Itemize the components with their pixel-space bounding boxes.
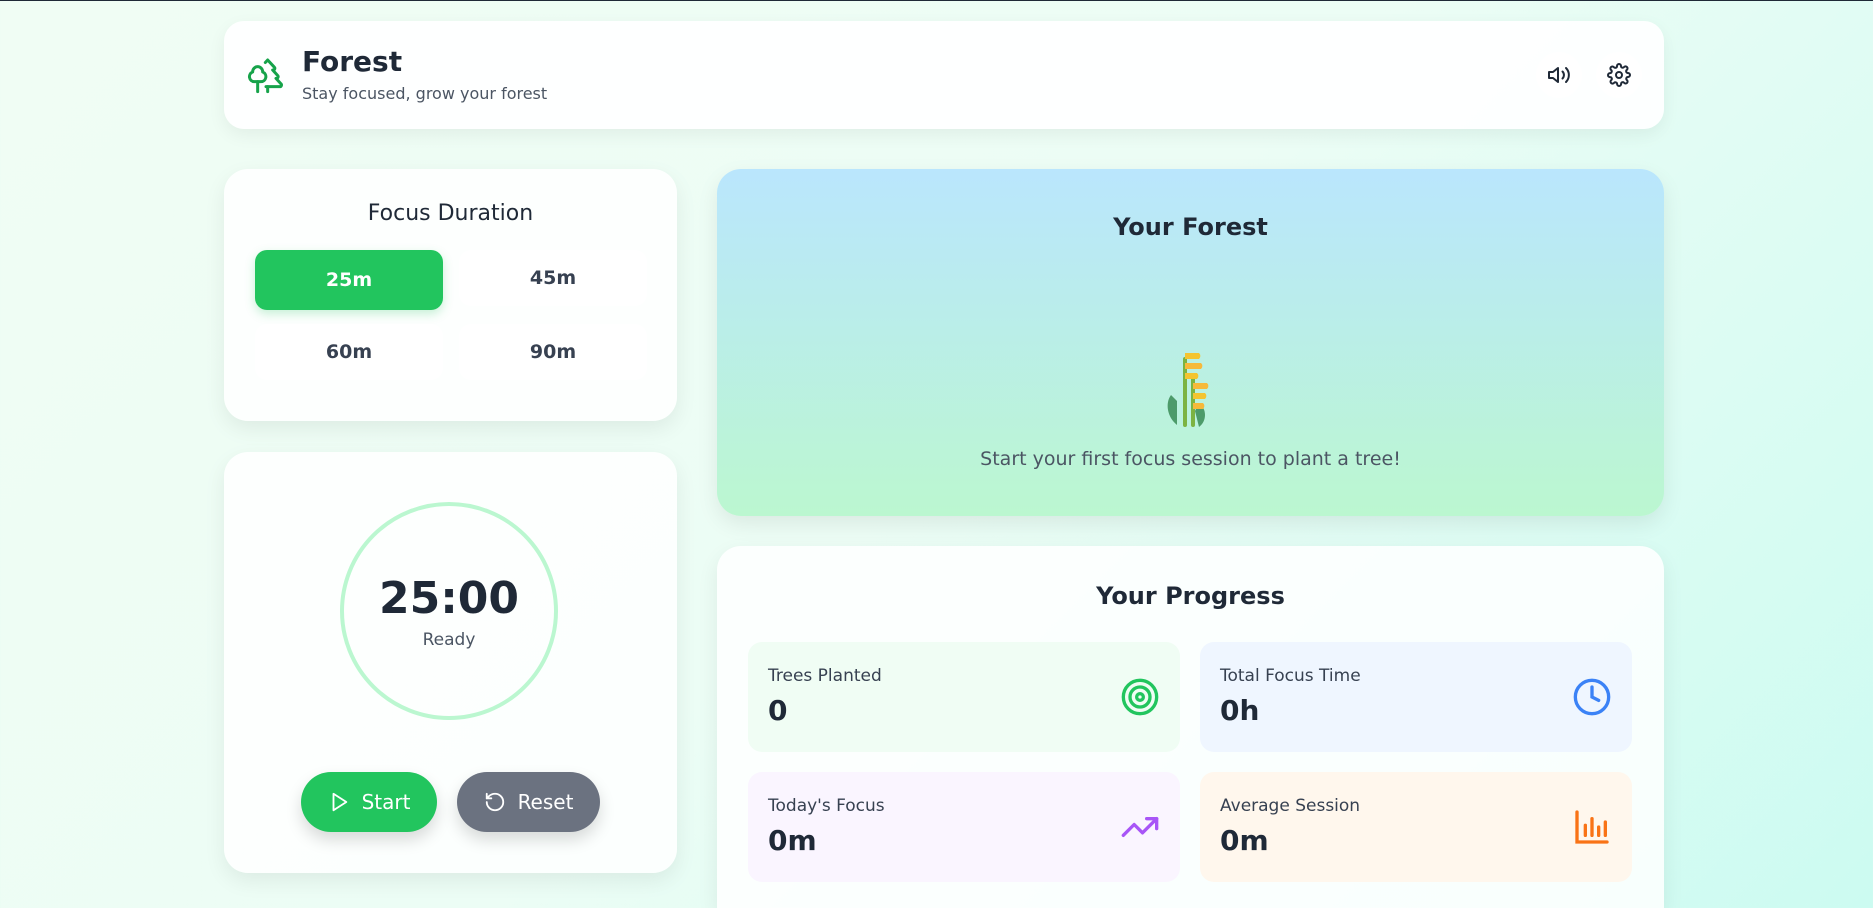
reset-label: Reset: [517, 790, 574, 814]
forest-empty-message: Start your first focus session to plant …: [980, 448, 1401, 470]
app-title: Forest: [302, 45, 403, 79]
trees-icon: [248, 58, 283, 94]
target-icon: [1121, 678, 1159, 716]
focus-duration-title: Focus Duration: [367, 201, 534, 226]
bar-chart-icon: [1575, 810, 1609, 844]
duration-option-60m[interactable]: 60m: [255, 324, 443, 380]
forest-title: Your Forest: [1113, 213, 1268, 241]
duration-option-45m[interactable]: 45m: [459, 250, 647, 306]
stat-value: 0: [768, 694, 788, 727]
gear-icon: [1607, 63, 1631, 87]
stat-label: Average Session: [1220, 796, 1361, 816]
stat-value: 0m: [1220, 824, 1269, 857]
seedling-icon: [1167, 353, 1209, 427]
timer-status: Ready: [422, 629, 476, 650]
focus-duration-card: Focus Duration 25m 45m 60m 90m: [224, 169, 677, 421]
app-subtitle: Stay focused, grow your forest: [302, 83, 548, 103]
reset-button[interactable]: Reset: [457, 772, 600, 832]
timer-card: 25:00 Ready Start Reset: [224, 452, 677, 873]
stat-label: Trees Planted: [768, 666, 882, 686]
stat-label: Today's Focus: [768, 796, 885, 816]
app-header: Forest Stay focused, grow your forest: [224, 21, 1664, 129]
stat-total-focus-time: Total Focus Time 0h: [1200, 642, 1632, 752]
trending-up-icon: [1121, 817, 1159, 837]
volume-icon: [1548, 67, 1570, 83]
sound-toggle-button[interactable]: [1536, 52, 1582, 98]
stat-todays-focus: Today's Focus 0m: [748, 772, 1180, 882]
forest-card: Your Forest Start your first focus sessi…: [717, 169, 1664, 516]
clock-icon: [1573, 678, 1611, 716]
duration-option-25m[interactable]: 25m: [255, 250, 443, 310]
duration-option-90m[interactable]: 90m: [459, 324, 647, 380]
stat-trees-planted: Trees Planted 0: [748, 642, 1180, 752]
settings-button[interactable]: [1596, 52, 1642, 98]
timer-display: 25:00: [378, 572, 520, 624]
stat-value: 0m: [768, 824, 817, 857]
timer-ring: 25:00 Ready: [340, 502, 558, 720]
stat-label: Total Focus Time: [1220, 666, 1361, 686]
stat-value: 0h: [1220, 694, 1260, 727]
progress-title: Your Progress: [1096, 582, 1285, 610]
play-icon: [332, 792, 347, 812]
progress-card: Your Progress Trees Planted 0 Total Focu…: [717, 546, 1664, 908]
rotate-ccw-icon: [485, 792, 504, 812]
duration-options: 25m 45m 60m 90m: [255, 250, 647, 380]
start-button[interactable]: Start: [301, 772, 437, 832]
start-label: Start: [361, 790, 411, 814]
stat-average-session: Average Session 0m: [1200, 772, 1632, 882]
